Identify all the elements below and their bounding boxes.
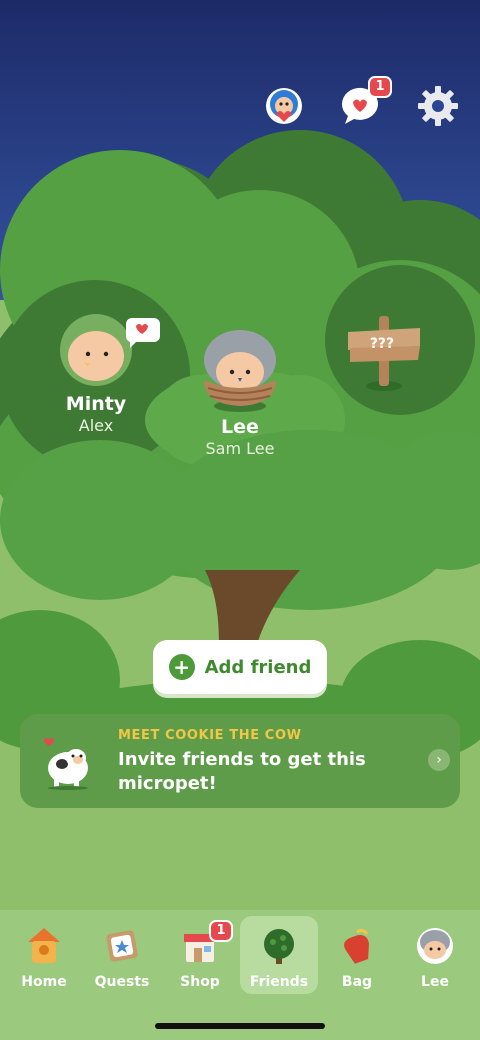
- messages-badge: 1: [368, 76, 392, 98]
- add-friend-label: Add friend: [204, 656, 312, 678]
- cookie-cow-promo-card[interactable]: MEET COOKIE THE COW Invite friends to ge…: [20, 714, 460, 808]
- birdhouse-icon: [28, 928, 60, 963]
- tab-bag[interactable]: Bag: [318, 916, 396, 994]
- tab-profile[interactable]: Lee: [396, 916, 474, 994]
- shop-badge: 1: [209, 920, 233, 942]
- promo-eyebrow: MEET COOKIE THE COW: [118, 728, 302, 743]
- pet-heart-icon[interactable]: [262, 84, 306, 128]
- bag-icon: [344, 928, 369, 964]
- tab-quests[interactable]: Quests: [83, 916, 161, 994]
- friend-owner-name: Sam Lee: [205, 439, 275, 458]
- tab-label: Bag: [341, 974, 373, 990]
- cow-icon: [44, 738, 88, 790]
- friend-pet-name: Minty: [65, 393, 127, 415]
- tab-label: Lee: [421, 974, 449, 990]
- minty-pet-avatar[interactable]: [56, 310, 166, 390]
- tab-shop[interactable]: 1 Shop: [161, 916, 239, 994]
- plus-icon: +: [168, 654, 195, 680]
- bottom-tab-bar: Home Quests 1 Shop Friends Bag Lee: [0, 910, 480, 1040]
- signpost-label: ???: [369, 336, 395, 352]
- friend-pet-name: Lee: [221, 416, 259, 438]
- tree-icon: [264, 929, 294, 964]
- home-indicator: [155, 1023, 325, 1029]
- tab-label: Shop: [180, 974, 220, 990]
- add-friend-button[interactable]: + Add friend: [153, 640, 327, 694]
- messages-heart-icon[interactable]: 1: [338, 76, 392, 128]
- quest-card-icon: [106, 930, 138, 962]
- friend-owner-name: Alex: [78, 416, 114, 435]
- gear-icon[interactable]: [416, 84, 460, 128]
- tab-friends[interactable]: Friends: [240, 916, 318, 994]
- tab-home[interactable]: Home: [5, 916, 83, 994]
- signpost-icon[interactable]: [344, 314, 424, 394]
- lee-pet-avatar[interactable]: [198, 328, 282, 416]
- chevron-right-icon[interactable]: ›: [428, 749, 450, 771]
- profile-pet-icon: [417, 928, 453, 964]
- promo-message: Invite friends to get this micropet!: [118, 749, 366, 794]
- tab-label: Friends: [249, 974, 309, 990]
- tab-label: Quests: [94, 974, 150, 990]
- tree-scene: [0, 0, 480, 1040]
- tab-label: Home: [21, 974, 67, 990]
